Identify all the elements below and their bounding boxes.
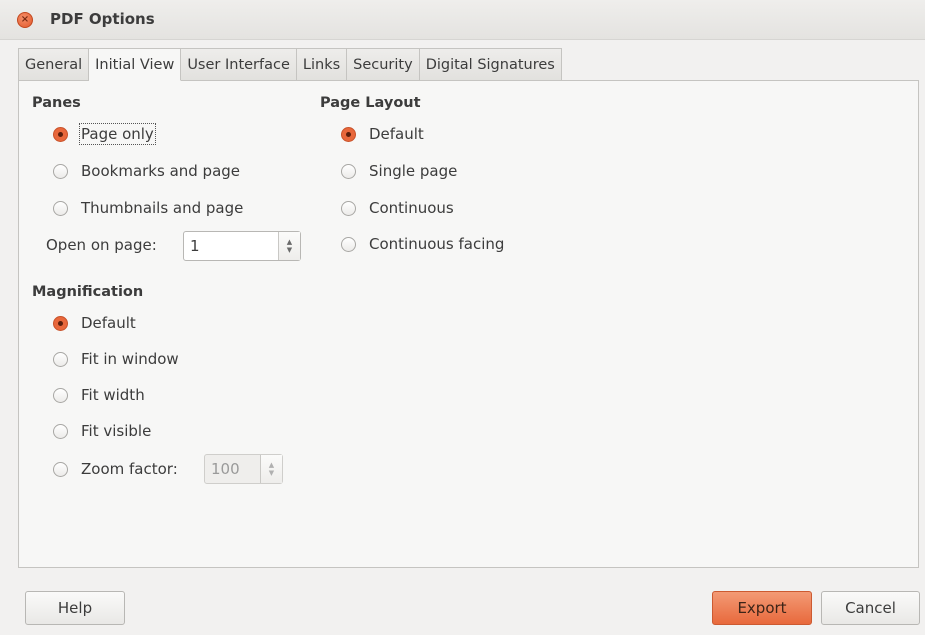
open-on-page-spinbox[interactable]: 1 ▲ ▼ — [183, 231, 301, 261]
tab-general[interactable]: General — [18, 48, 90, 81]
radio-indicator[interactable] — [341, 163, 356, 179]
help-button[interactable]: Help — [25, 591, 125, 625]
radio-label: Fit width — [81, 386, 145, 404]
radio-label: Continuous — [369, 199, 454, 217]
radio-label: Page only — [79, 123, 156, 145]
tab-security[interactable]: Security — [347, 48, 420, 81]
spin-arrows-icon[interactable]: ▲ ▼ — [278, 232, 300, 260]
open-on-page-label: Open on page: — [46, 236, 157, 254]
radio-fit-width[interactable]: Fit width — [53, 383, 145, 407]
page-layout-heading: Page Layout — [320, 95, 421, 111]
tab-digital-signatures[interactable]: Digital Signatures — [419, 48, 562, 81]
title-bar: × PDF Options — [0, 0, 925, 40]
radio-indicator[interactable] — [341, 200, 356, 216]
radio-indicator[interactable] — [53, 387, 68, 403]
radio-bookmarks-and-page[interactable]: Bookmarks and page — [53, 159, 240, 183]
magnification-heading: Magnification — [32, 284, 144, 300]
radio-magnification-default[interactable]: Default — [53, 311, 136, 335]
close-icon[interactable]: × — [17, 12, 33, 28]
radio-label: Zoom factor: — [81, 460, 178, 478]
open-on-page-value[interactable]: 1 — [184, 232, 278, 260]
tab-initial-view[interactable]: Initial View — [89, 48, 182, 81]
radio-indicator[interactable] — [53, 461, 68, 477]
radio-page-only[interactable]: Page only — [53, 122, 156, 146]
cancel-button[interactable]: Cancel — [821, 591, 920, 625]
export-button[interactable]: Export — [712, 591, 812, 625]
zoom-factor-spinbox[interactable]: 100 ▲ ▼ — [204, 454, 283, 484]
radio-continuous[interactable]: Continuous — [341, 196, 454, 220]
radio-label: Bookmarks and page — [81, 162, 241, 180]
radio-indicator[interactable] — [53, 423, 68, 439]
radio-fit-in-window[interactable]: Fit in window — [53, 347, 179, 371]
radio-label: Thumbnails and page — [81, 199, 244, 217]
radio-label: Fit in window — [81, 350, 179, 368]
radio-indicator[interactable] — [53, 315, 68, 331]
radio-thumbnails-and-page[interactable]: Thumbnails and page — [53, 196, 243, 220]
radio-label: Fit visible — [81, 422, 152, 440]
radio-single-page[interactable]: Single page — [341, 159, 457, 183]
zoom-factor-value[interactable]: 100 — [205, 455, 260, 483]
radio-fit-visible[interactable]: Fit visible — [53, 419, 151, 443]
radio-indicator[interactable] — [53, 163, 68, 179]
radio-indicator[interactable] — [341, 236, 356, 252]
radio-continuous-facing[interactable]: Continuous facing — [341, 232, 504, 256]
radio-indicator[interactable] — [53, 126, 68, 142]
spin-arrows-icon[interactable]: ▲ ▼ — [260, 455, 282, 483]
radio-layout-default[interactable]: Default — [341, 122, 424, 146]
radio-zoom-factor[interactable]: Zoom factor: — [53, 457, 178, 481]
tab-bar: General Initial View User Interface Link… — [18, 48, 562, 81]
panes-heading: Panes — [32, 95, 81, 111]
radio-label: Single page — [369, 162, 458, 180]
tab-links[interactable]: Links — [296, 48, 348, 81]
radio-label: Continuous facing — [369, 235, 505, 253]
radio-label: Default — [369, 125, 424, 143]
tab-user-interface[interactable]: User Interface — [181, 48, 297, 81]
radio-indicator[interactable] — [341, 126, 356, 142]
radio-label: Default — [81, 314, 136, 332]
window-title: PDF Options — [50, 10, 155, 28]
radio-indicator[interactable] — [53, 200, 68, 216]
initial-view-panel: Panes Page only Bookmarks and page Thumb… — [18, 80, 919, 568]
radio-indicator[interactable] — [53, 351, 68, 367]
